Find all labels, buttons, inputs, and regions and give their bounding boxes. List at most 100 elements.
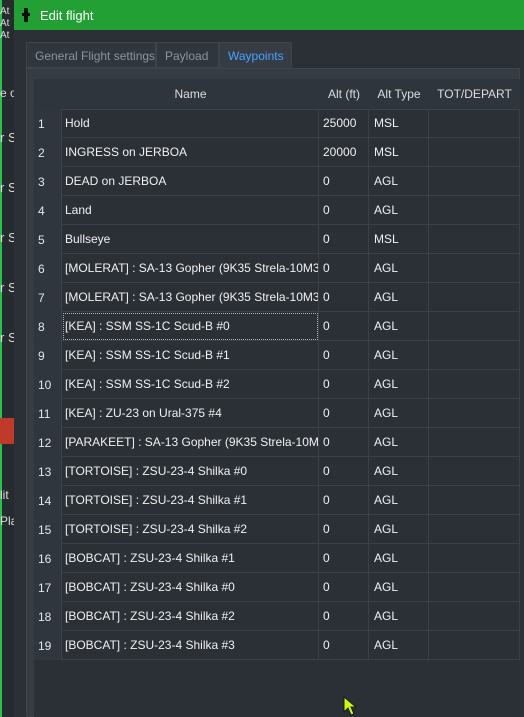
column-header-alt-type[interactable]: Alt Type (369, 79, 429, 109)
waypoint-tot-cell[interactable] (429, 515, 520, 544)
waypoint-name-cell[interactable]: [BOBCAT] : ZSU-23-4 Shilka #1 (62, 544, 319, 573)
waypoint-alt-type-cell[interactable]: AGL (369, 312, 429, 341)
waypoint-name-cell[interactable]: [TORTOISE] : ZSU-23-4 Shilka #0 (62, 457, 319, 486)
waypoint-alt-cell[interactable]: 0 (319, 312, 369, 341)
waypoint-name-cell[interactable]: [TORTOISE] : ZSU-23-4 Shilka #2 (62, 515, 319, 544)
waypoint-alt-type-cell[interactable]: AGL (369, 602, 429, 631)
table-row[interactable]: 8 [KEA] : SSM SS-1C Scud-B #0 0 AGL (34, 312, 520, 341)
waypoint-alt-type-cell[interactable]: AGL (369, 283, 429, 312)
table-row[interactable]: 13 [TORTOISE] : ZSU-23-4 Shilka #0 0 AGL (34, 457, 520, 486)
waypoint-name-cell[interactable]: [MOLERAT] : SA-13 Gopher (9K35 Strela-10… (62, 283, 319, 312)
table-row[interactable]: 12 [PARAKEET] : SA-13 Gopher (9K35 Strela… (34, 428, 520, 457)
table-row[interactable]: 15 [TORTOISE] : ZSU-23-4 Shilka #2 0 AGL (34, 515, 520, 544)
row-number-header[interactable]: 11 (34, 399, 62, 428)
row-number-header[interactable]: 10 (34, 370, 62, 399)
waypoint-name-cell[interactable]: Land (62, 196, 319, 225)
tab-payload[interactable]: Payload (156, 42, 219, 68)
column-header-alt[interactable]: Alt (ft) (319, 79, 369, 109)
table-row[interactable]: 7 [MOLERAT] : SA-13 Gopher (9K35 Strela-1… (34, 283, 520, 312)
waypoint-tot-cell[interactable] (429, 167, 520, 196)
column-header-name[interactable]: Name (62, 79, 319, 109)
waypoint-alt-cell[interactable]: 20000 (319, 138, 369, 167)
waypoint-alt-cell[interactable]: 0 (319, 341, 369, 370)
waypoint-alt-type-cell[interactable]: AGL (369, 486, 429, 515)
waypoint-alt-cell[interactable]: 0 (319, 457, 369, 486)
waypoint-alt-type-cell[interactable]: AGL (369, 399, 429, 428)
waypoint-alt-type-cell[interactable]: AGL (369, 428, 429, 457)
row-number-header[interactable]: 13 (34, 457, 62, 486)
waypoint-tot-cell[interactable] (429, 341, 520, 370)
table-row[interactable]: 9 [KEA] : SSM SS-1C Scud-B #1 0 AGL (34, 341, 520, 370)
waypoint-alt-type-cell[interactable]: AGL (369, 370, 429, 399)
row-number-header[interactable]: 8 (34, 312, 62, 341)
waypoint-tot-cell[interactable] (429, 109, 520, 138)
row-number-header[interactable]: 5 (34, 225, 62, 254)
tab-waypoints[interactable]: Waypoints (219, 42, 292, 68)
waypoint-name-cell[interactable]: Bullseye (62, 225, 319, 254)
table-row[interactable]: 3 DEAD on JERBOA 0 AGL (34, 167, 520, 196)
waypoint-alt-cell[interactable]: 0 (319, 283, 369, 312)
waypoint-alt-cell[interactable]: 0 (319, 167, 369, 196)
waypoint-name-cell[interactable]: [BOBCAT] : ZSU-23-4 Shilka #2 (62, 602, 319, 631)
waypoint-alt-type-cell[interactable]: AGL (369, 457, 429, 486)
waypoint-alt-cell[interactable]: 0 (319, 370, 369, 399)
waypoint-alt-type-cell[interactable]: AGL (369, 631, 429, 660)
waypoint-name-cell[interactable]: [TORTOISE] : ZSU-23-4 Shilka #1 (62, 486, 319, 515)
row-number-header[interactable]: 1 (34, 109, 62, 138)
row-number-header[interactable]: 6 (34, 254, 62, 283)
waypoint-alt-type-cell[interactable]: MSL (369, 225, 429, 254)
table-row[interactable]: 16 [BOBCAT] : ZSU-23-4 Shilka #1 0 AGL (34, 544, 520, 573)
waypoint-name-cell[interactable]: [BOBCAT] : ZSU-23-4 Shilka #3 (62, 631, 319, 660)
row-number-header[interactable]: 12 (34, 428, 62, 457)
row-number-header[interactable]: 7 (34, 283, 62, 312)
waypoint-alt-cell[interactable]: 0 (319, 631, 369, 660)
row-number-header[interactable]: 3 (34, 167, 62, 196)
waypoint-alt-type-cell[interactable]: AGL (369, 254, 429, 283)
waypoint-tot-cell[interactable] (429, 138, 520, 167)
row-number-header[interactable]: 2 (34, 138, 62, 167)
column-header-tot-depart[interactable]: TOT/DEPART (429, 79, 520, 109)
waypoint-tot-cell[interactable] (429, 457, 520, 486)
waypoint-alt-type-cell[interactable]: MSL (369, 109, 429, 138)
waypoint-name-cell[interactable]: [KEA] : ZU-23 on Ural-375 #4 (62, 399, 319, 428)
waypoint-alt-cell[interactable]: 25000 (319, 109, 369, 138)
waypoint-name-cell[interactable]: [KEA] : SSM SS-1C Scud-B #0 (62, 312, 319, 341)
waypoint-tot-cell[interactable] (429, 225, 520, 254)
table-row[interactable]: 14 [TORTOISE] : ZSU-23-4 Shilka #1 0 AGL (34, 486, 520, 515)
row-number-header[interactable]: 4 (34, 196, 62, 225)
waypoint-alt-type-cell[interactable]: MSL (369, 138, 429, 167)
waypoint-alt-type-cell[interactable]: AGL (369, 573, 429, 602)
title-bar[interactable]: Edit flight (14, 0, 524, 30)
tab-general-flight-settings[interactable]: General Flight settings (26, 42, 156, 68)
waypoint-alt-type-cell[interactable]: AGL (369, 544, 429, 573)
background-red-button[interactable] (0, 418, 14, 444)
table-row[interactable]: 18 [BOBCAT] : ZSU-23-4 Shilka #2 0 AGL (34, 602, 520, 631)
waypoint-name-cell[interactable]: DEAD on JERBOA (62, 167, 319, 196)
waypoint-alt-cell[interactable]: 0 (319, 225, 369, 254)
waypoint-alt-type-cell[interactable]: AGL (369, 196, 429, 225)
waypoint-alt-type-cell[interactable]: AGL (369, 515, 429, 544)
table-row[interactable]: 17 [BOBCAT] : ZSU-23-4 Shilka #0 0 AGL (34, 573, 520, 602)
waypoint-name-cell[interactable]: INGRESS on JERBOA (62, 138, 319, 167)
table-row[interactable]: 4 Land 0 AGL (34, 196, 520, 225)
waypoint-tot-cell[interactable] (429, 631, 520, 660)
waypoint-tot-cell[interactable] (429, 544, 520, 573)
waypoint-alt-type-cell[interactable]: AGL (369, 167, 429, 196)
waypoint-alt-cell[interactable]: 0 (319, 573, 369, 602)
waypoint-tot-cell[interactable] (429, 399, 520, 428)
waypoint-name-cell[interactable]: [PARAKEET] : SA-13 Gopher (9K35 Strela-1… (62, 428, 319, 457)
row-number-header[interactable]: 9 (34, 341, 62, 370)
row-number-header[interactable]: 15 (34, 515, 62, 544)
row-number-header[interactable]: 16 (34, 544, 62, 573)
table-row[interactable]: 11 [KEA] : ZU-23 on Ural-375 #4 0 AGL (34, 399, 520, 428)
waypoint-name-cell[interactable]: [MOLERAT] : SA-13 Gopher (9K35 Strela-10… (62, 254, 319, 283)
table-row[interactable]: 10 [KEA] : SSM SS-1C Scud-B #2 0 AGL (34, 370, 520, 399)
waypoint-name-cell[interactable]: [BOBCAT] : ZSU-23-4 Shilka #0 (62, 573, 319, 602)
waypoint-alt-cell[interactable]: 0 (319, 544, 369, 573)
table-row[interactable]: 2 INGRESS on JERBOA 20000 MSL (34, 138, 520, 167)
waypoint-name-cell[interactable]: Hold (62, 109, 319, 138)
waypoint-alt-cell[interactable]: 0 (319, 602, 369, 631)
waypoint-tot-cell[interactable] (429, 196, 520, 225)
row-number-header[interactable]: 17 (34, 573, 62, 602)
waypoint-alt-cell[interactable]: 0 (319, 428, 369, 457)
